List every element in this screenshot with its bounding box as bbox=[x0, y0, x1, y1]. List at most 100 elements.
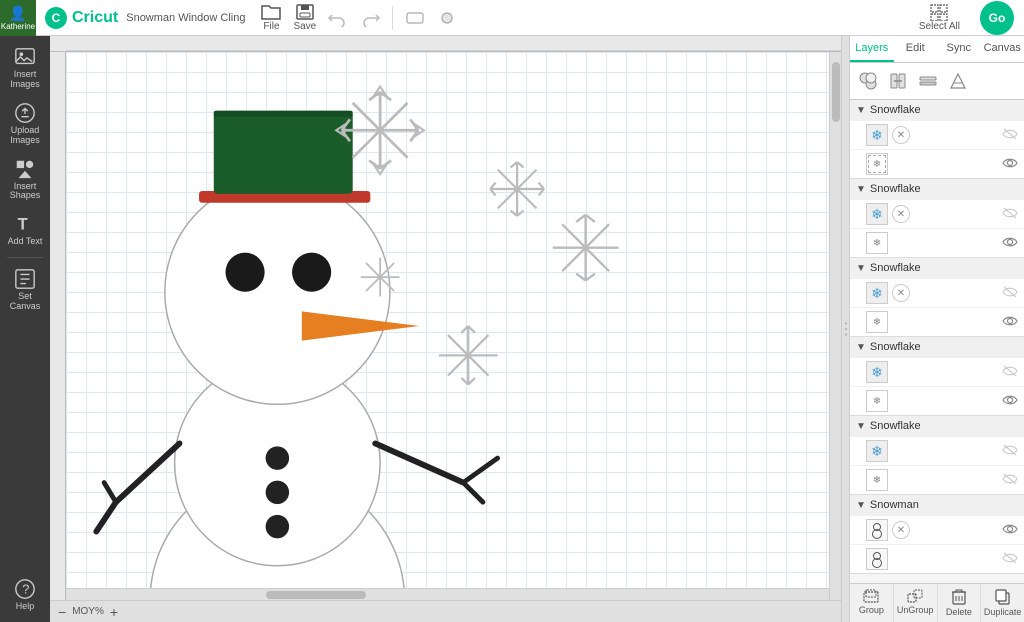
group-arrow-3: ▼ bbox=[856, 263, 866, 274]
delete-button[interactable]: Delete bbox=[938, 584, 982, 622]
go-button[interactable]: Go bbox=[980, 1, 1014, 35]
group-button[interactable]: Group bbox=[850, 584, 894, 622]
layer-item-1a[interactable]: ❄ ✕ bbox=[850, 120, 1024, 149]
image-icon bbox=[14, 46, 36, 68]
ruler-marks bbox=[66, 36, 841, 52]
snowflake-thumb-icon-3a: ❄ bbox=[871, 285, 883, 302]
layer-x-snowman-a[interactable]: ✕ bbox=[892, 521, 910, 539]
zoom-level: MOY% bbox=[72, 606, 104, 617]
layer-thumb-snowflake: ❄ bbox=[866, 124, 888, 146]
layer-item-3b[interactable]: ❄ bbox=[850, 307, 1024, 336]
visibility-icon-snowman-b[interactable] bbox=[1002, 551, 1018, 567]
layer-item-4a[interactable]: ❄ bbox=[850, 357, 1024, 386]
snowflake-thumb-icon-4a: ❄ bbox=[871, 364, 883, 381]
canvas-svg bbox=[66, 52, 841, 600]
contour-icon-button[interactable] bbox=[944, 67, 972, 95]
help-icon: ? bbox=[14, 578, 36, 600]
layer-x-1a[interactable]: ✕ bbox=[892, 126, 910, 144]
weld-icon-button[interactable] bbox=[854, 67, 882, 95]
zoom-in-button[interactable]: + bbox=[110, 605, 118, 619]
layer-item-snowman-a[interactable]: ✕ bbox=[850, 515, 1024, 544]
select-all-label: Select All bbox=[919, 21, 960, 32]
visibility-icon-2a[interactable] bbox=[1002, 206, 1018, 222]
layer-x-2a[interactable]: ✕ bbox=[892, 205, 910, 223]
duplicate-button[interactable]: Duplicate bbox=[981, 584, 1024, 622]
flatten-icon-button[interactable] bbox=[914, 67, 942, 95]
layer-x-3a[interactable]: ✕ bbox=[892, 284, 910, 302]
layer-group-header-4[interactable]: ▼ Snowflake bbox=[850, 337, 1024, 357]
redo-button[interactable] bbox=[360, 9, 380, 27]
layer-item-2a[interactable]: ❄ ✕ bbox=[850, 199, 1024, 228]
visibility-icon-3b[interactable] bbox=[1002, 314, 1018, 330]
visibility-icon-4b[interactable] bbox=[1002, 393, 1018, 409]
svg-text:T: T bbox=[18, 216, 28, 234]
layer-item-4b[interactable]: ❄ bbox=[850, 386, 1024, 415]
canvas-grid[interactable] bbox=[66, 52, 841, 600]
group-name-5: Snowflake bbox=[870, 420, 1018, 432]
go-label: Go bbox=[989, 11, 1006, 25]
tab-edit[interactable]: Edit bbox=[894, 36, 938, 62]
outline-thumb-icon-3b: ❄ bbox=[873, 317, 881, 328]
layer-item-1b[interactable]: ❄ bbox=[850, 149, 1024, 178]
tab-canvas[interactable]: Canvas bbox=[981, 36, 1024, 62]
tab-layers[interactable]: Layers bbox=[850, 36, 894, 62]
outline-thumb-icon-4b: ❄ bbox=[873, 396, 881, 407]
undo-button[interactable] bbox=[328, 9, 348, 27]
tab-sync[interactable]: Sync bbox=[937, 36, 981, 62]
layer-group-header-3[interactable]: ▼ Snowflake bbox=[850, 258, 1024, 278]
sidebar-item-add-text[interactable]: T Add Text bbox=[2, 209, 48, 251]
left-sidebar: Insert Images Upload Images Insert Shape… bbox=[0, 36, 50, 622]
visibility-icon-snowman-a[interactable] bbox=[1002, 522, 1018, 538]
layer-thumb-outline-1b: ❄ bbox=[866, 153, 888, 175]
layer-group-header-1[interactable]: ▼ Snowflake bbox=[850, 100, 1024, 120]
visibility-icon-1b[interactable] bbox=[1002, 156, 1018, 172]
user-button[interactable]: 👤 Katherine bbox=[0, 0, 36, 36]
sidebar-item-insert-shapes[interactable]: Insert Shapes bbox=[2, 154, 48, 206]
visibility-icon-2b[interactable] bbox=[1002, 235, 1018, 251]
visibility-icon-1a[interactable] bbox=[1002, 127, 1018, 143]
layer-item-3a[interactable]: ❄ ✕ bbox=[850, 278, 1024, 307]
fill-button[interactable] bbox=[437, 9, 457, 27]
outline-thumb-icon-2b: ❄ bbox=[873, 238, 881, 249]
save-button[interactable]: Save bbox=[293, 3, 316, 32]
layer-group-header-snowman[interactable]: ▼ Snowman bbox=[850, 495, 1024, 515]
attach-icon-button[interactable] bbox=[884, 67, 912, 95]
canvas-area: − MOY% + bbox=[50, 36, 841, 622]
layer-thumb-outline-2b: ❄ bbox=[866, 232, 888, 254]
project-name: Snowman Window Cling bbox=[126, 12, 245, 24]
ungroup-button[interactable]: UnGroup bbox=[894, 584, 938, 622]
ruler-horizontal bbox=[50, 36, 841, 52]
sidebar-item-insert-images[interactable]: Insert Images bbox=[2, 42, 48, 94]
canvas-bottom-bar: − MOY% + bbox=[50, 600, 841, 622]
layer-item-2b[interactable]: ❄ bbox=[850, 228, 1024, 257]
layer-group-header-5[interactable]: ▼ Snowflake bbox=[850, 416, 1024, 436]
layer-item-5b[interactable]: ❄ bbox=[850, 465, 1024, 494]
zoom-out-button[interactable]: − bbox=[58, 605, 66, 619]
layer-group-snowflake-5: ▼ Snowflake ❄ ❄ bbox=[850, 416, 1024, 495]
layer-item-5a[interactable]: ❄ bbox=[850, 436, 1024, 465]
upload-icon bbox=[14, 102, 36, 124]
visibility-icon-4a[interactable] bbox=[1002, 364, 1018, 380]
group-arrow-2: ▼ bbox=[856, 184, 866, 195]
app-title: Cricut bbox=[72, 9, 118, 27]
visibility-icon-5a[interactable] bbox=[1002, 443, 1018, 459]
select-all-button[interactable]: Select All bbox=[919, 3, 960, 32]
linetype-button[interactable] bbox=[405, 9, 425, 27]
save-icon bbox=[295, 3, 315, 21]
layer-item-snowman-b[interactable] bbox=[850, 544, 1024, 573]
ungroup-label: UnGroup bbox=[897, 605, 934, 615]
snowman-thumb-icon-a bbox=[868, 521, 886, 539]
vertical-scrollbar[interactable] bbox=[829, 52, 841, 600]
sidebar-item-upload-images[interactable]: Upload Images bbox=[2, 98, 48, 150]
visibility-icon-3a[interactable] bbox=[1002, 285, 1018, 301]
visibility-icon-5b[interactable] bbox=[1002, 472, 1018, 488]
redo-icon bbox=[360, 9, 380, 27]
layer-thumb-snowman-a bbox=[866, 519, 888, 541]
horizontal-scrollbar[interactable] bbox=[66, 588, 829, 600]
layers-list: ▼ Snowflake ❄ ✕ ❄ bbox=[850, 100, 1024, 583]
file-menu[interactable]: File bbox=[261, 3, 281, 32]
layer-group-header-2[interactable]: ▼ Snowflake bbox=[850, 179, 1024, 199]
sidebar-item-set-canvas[interactable]: Set Canvas bbox=[2, 264, 48, 316]
panel-resize-handle[interactable]: ⋮ bbox=[841, 36, 849, 622]
sidebar-item-help[interactable]: ? Help bbox=[2, 574, 48, 616]
